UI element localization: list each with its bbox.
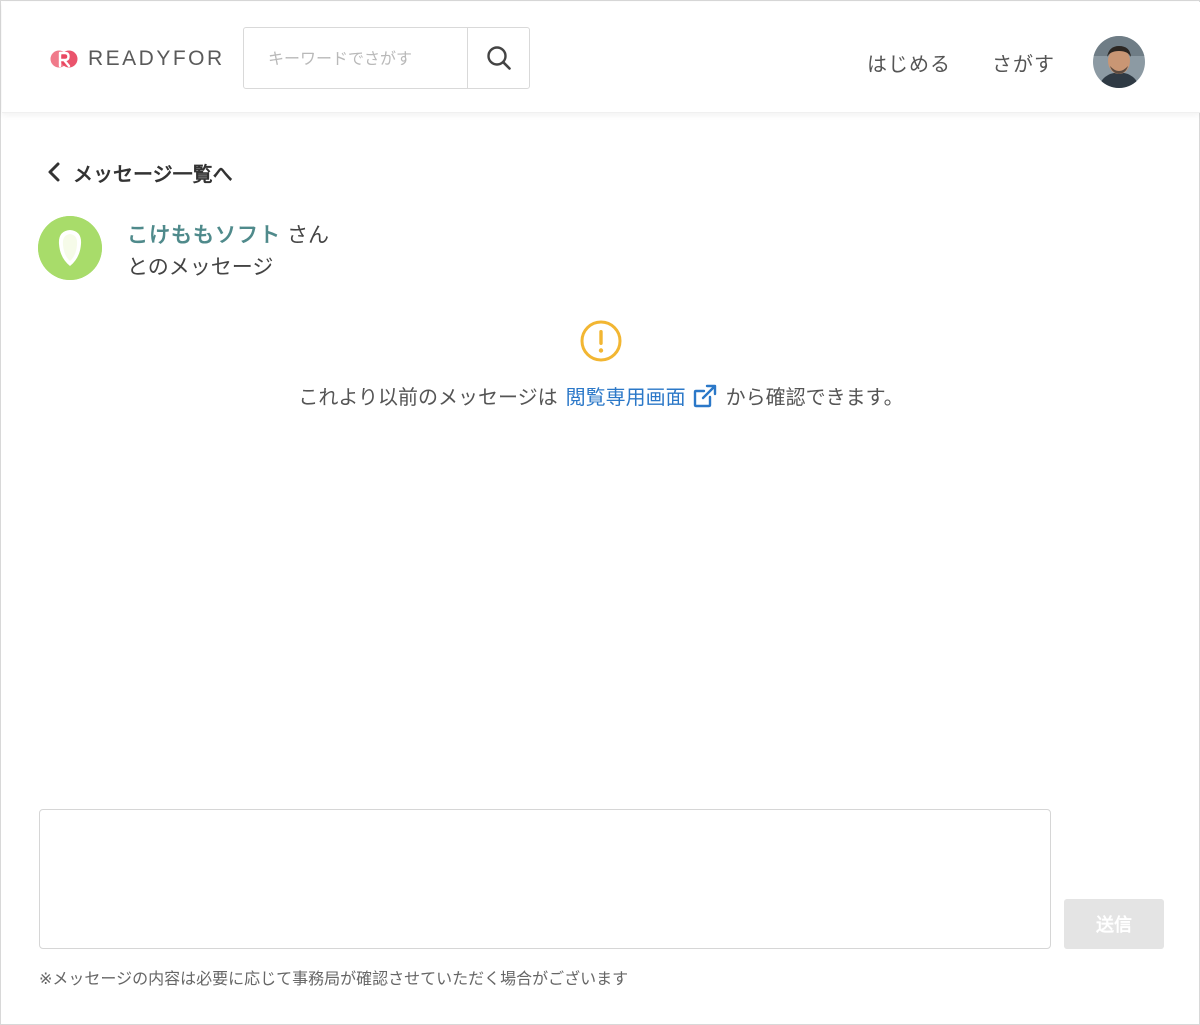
search-button[interactable] bbox=[467, 28, 529, 88]
search-box bbox=[243, 27, 530, 89]
nav-start-link[interactable]: はじめる bbox=[867, 48, 951, 77]
notice-text-before: これより以前のメッセージは bbox=[298, 385, 558, 409]
review-note: ※メッセージの内容は必要に応じて事務局が確認させていただく場合がございます bbox=[39, 969, 629, 988]
page: READYFOR はじめる さがす bbox=[0, 0, 1200, 1025]
partner-logo-image bbox=[38, 216, 102, 280]
readonly-view-link-label: 閲覧専用画面 bbox=[565, 385, 686, 409]
readyfor-logo-mark-icon bbox=[50, 50, 78, 68]
readyfor-logo[interactable]: READYFOR bbox=[50, 44, 225, 74]
chevron-left-icon bbox=[48, 162, 60, 182]
archive-notice: これより以前のメッセージは 閲覧専用画面 から確認できます。 bbox=[1, 381, 1200, 410]
nav-find-link[interactable]: さがす bbox=[992, 48, 1055, 77]
partner-avatar[interactable] bbox=[38, 216, 102, 280]
back-link-label: メッセージ一覧へ bbox=[73, 161, 233, 186]
readonly-view-link[interactable]: 閲覧専用画面 bbox=[566, 381, 718, 410]
message-textarea[interactable] bbox=[39, 809, 1051, 949]
logo-text: READYFOR bbox=[88, 47, 225, 70]
external-link-icon bbox=[693, 384, 716, 407]
partner-title: こけももソフト さん bbox=[127, 219, 329, 249]
search-input[interactable] bbox=[244, 28, 467, 88]
exclamation-circle-icon bbox=[580, 320, 622, 362]
back-to-messages-link[interactable]: メッセージ一覧へ bbox=[45, 156, 233, 188]
send-button[interactable]: 送信 bbox=[1064, 899, 1164, 949]
user-avatar-image bbox=[1093, 36, 1145, 88]
partner-honorific: さん bbox=[287, 223, 329, 247]
partner-subtitle: とのメッセージ bbox=[127, 255, 274, 279]
search-icon bbox=[486, 46, 511, 70]
user-avatar[interactable] bbox=[1093, 36, 1145, 88]
site-header: READYFOR はじめる さがす bbox=[2, 2, 1200, 113]
partner-name-link[interactable]: こけももソフト bbox=[127, 223, 281, 247]
notice-text-after: から確認できます。 bbox=[725, 385, 904, 409]
